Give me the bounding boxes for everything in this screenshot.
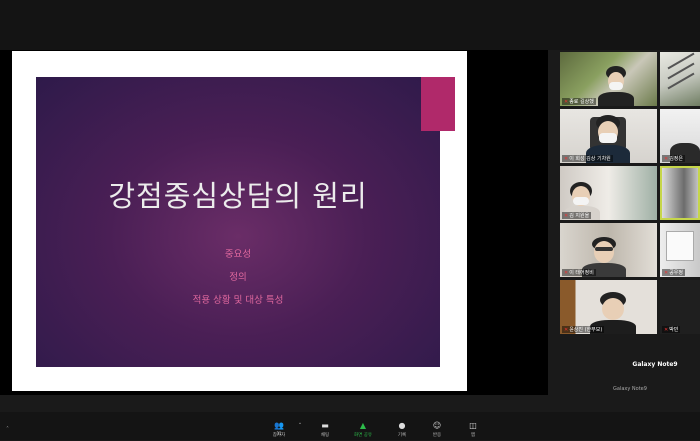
participant-video-tile[interactable]: ✕김정은 — [660, 109, 700, 163]
participant-name: 박민 — [669, 327, 679, 333]
participant-video-tile-active-speaker[interactable] — [660, 166, 700, 220]
participants-icon: 👥31 — [274, 421, 284, 437]
participant-name: 윤상진 (한부모) — [569, 327, 603, 333]
chat-icon: ▬ — [321, 421, 329, 430]
participant-video-tile[interactable] — [660, 52, 700, 106]
toolbar-label: 앱 — [470, 433, 476, 438]
share-screen-icon: ▲ — [359, 421, 367, 430]
participant-name: 공우정 — [669, 270, 684, 276]
shared-slide-frame: 강점중심상담의 원리 중요성 정의 적용 상황 및 대상 특성 — [12, 51, 467, 391]
record-icon: ● — [398, 421, 406, 430]
record-button[interactable]: ● 기록 — [387, 421, 417, 439]
toolbar-label: 기록 — [397, 433, 407, 438]
presentation-slide: 강점중심상담의 원리 중요성 정의 적용 상황 및 대상 특성 — [36, 77, 455, 367]
participants-button[interactable]: 👥31 참가자 — [264, 421, 294, 439]
top-bar — [0, 0, 700, 50]
participant-video-tile[interactable]: ✕종료 길상했 — [560, 52, 657, 106]
participant-name: 김 지원을 — [569, 213, 590, 219]
participant-video-tile[interactable]: ✕이 회성 김상 기차원 — [560, 109, 657, 163]
participants-menu-caret[interactable]: ˄ — [294, 422, 304, 430]
muted-mic-icon: ✕ — [564, 327, 569, 333]
participant-name: 이 회성 김상 기차원 — [569, 156, 611, 162]
participant-video-tile[interactable]: ✕김 지원을 — [560, 166, 657, 220]
slide-bullet: 정의 — [229, 272, 247, 283]
chat-button[interactable]: ▬ 채팅 — [310, 421, 340, 439]
slide-bullet: 중요성 — [224, 249, 252, 260]
chevron-up-icon: ˄ — [298, 423, 302, 429]
meeting-toolbar: 👥31 참가자 ˄ ▬ 채팅 ▲ 화면 공유 ● 기록 ☺ 반응 ◫ 앱 — [0, 412, 700, 440]
reactions-button[interactable]: ☺ 반응 — [422, 421, 452, 439]
toolbar-label: 화면 공유 — [354, 433, 372, 438]
slide-title: 강점중심상담의 원리 — [108, 179, 368, 213]
toolbar-label: 채팅 — [320, 433, 330, 438]
slide-bullet-list: 중요성 정의 적용 상황 및 대상 특성 — [36, 243, 440, 312]
participant-name-tile[interactable]: Galaxy Note9 Galaxy Note9 — [610, 338, 700, 394]
participant-video-tile[interactable]: ✕공우정 — [660, 223, 700, 277]
participant-video-tile[interactable]: ✕박민 — [660, 280, 700, 334]
participant-name: Galaxy Note9 — [632, 361, 678, 368]
toolbar-label: 반응 — [432, 433, 442, 438]
participant-video-tile[interactable]: ✕이 태어정비 — [560, 223, 657, 277]
slide-bullet: 적용 상황 및 대상 특성 — [192, 295, 284, 306]
participant-video-tile[interactable]: ✕윤상진 (한부모) — [560, 280, 657, 334]
share-screen-button[interactable]: ▲ 화면 공유 — [348, 421, 378, 439]
muted-mic-icon: ✕ — [564, 213, 569, 219]
muted-mic-icon: ✕ — [664, 156, 669, 162]
participant-name: 김정은 — [669, 156, 684, 162]
apps-button[interactable]: ◫ 앱 — [458, 421, 488, 439]
chevron-up-icon[interactable]: ˄ — [6, 426, 9, 433]
muted-mic-icon: ✕ — [564, 99, 569, 105]
apps-icon: ◫ — [469, 421, 477, 430]
muted-mic-icon: ✕ — [664, 270, 669, 276]
participant-name: 종료 길상했 — [569, 99, 594, 105]
slide-accent-tab — [421, 77, 455, 131]
participant-name: 이 태어정비 — [569, 270, 594, 276]
muted-mic-icon: ✕ — [564, 156, 569, 162]
muted-mic-icon: ✕ — [664, 327, 669, 333]
muted-mic-icon: ✕ — [564, 270, 569, 276]
toolbar-label: 참가자 — [272, 433, 286, 438]
participant-sub-name: Galaxy Note9 — [613, 386, 647, 392]
reactions-icon: ☺ — [432, 421, 442, 430]
